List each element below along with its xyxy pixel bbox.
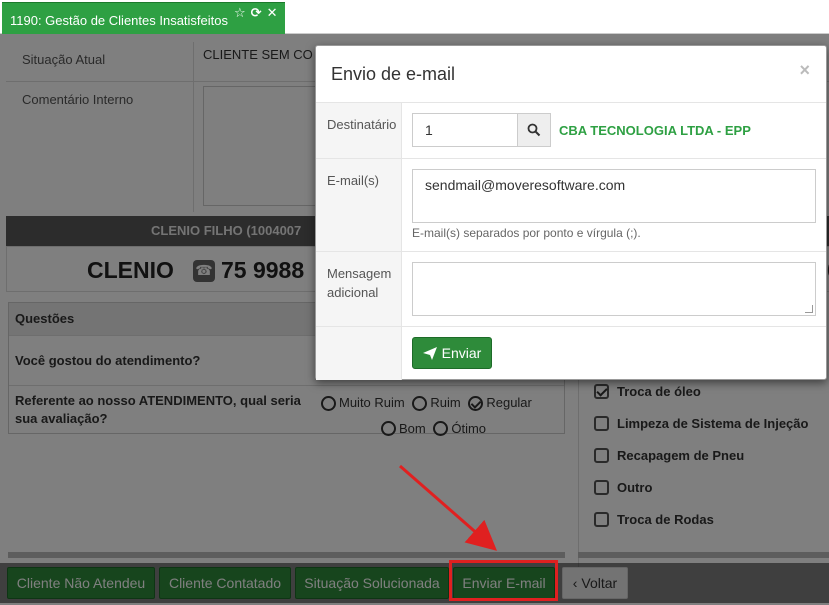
star-icon[interactable]: ☆	[234, 5, 246, 21]
search-icon	[527, 123, 541, 137]
close-icon[interactable]: ×	[799, 60, 810, 81]
close-icon[interactable]: ✕	[267, 5, 278, 21]
enviar-row: Enviar	[316, 327, 826, 380]
email-row: E-mail(s) sendmail@moveresoftware.com E-…	[316, 159, 826, 252]
mensagem-label: Mensagem adicional	[316, 252, 402, 326]
action-bar: Cliente Não Atendeu Cliente Contatado Si…	[0, 563, 829, 603]
mensagem-textarea[interactable]	[412, 262, 816, 316]
enviar-button[interactable]: Enviar	[412, 337, 492, 369]
tab-title: 1190: Gestão de Clientes Insatisfeitos	[10, 13, 228, 28]
tab-bar: 1190: Gestão de Clientes Insatisfeitos ☆…	[0, 0, 829, 34]
destinatario-row: Destinatário 1 CBA TECNOLOGIA LTDA - EPP	[316, 103, 826, 159]
search-button[interactable]	[517, 113, 551, 147]
modal-title: Envio de e-mail	[331, 64, 456, 84]
destinatario-input[interactable]: 1	[412, 113, 518, 147]
enviar-email-button[interactable]: Enviar E-mail	[453, 567, 555, 599]
voltar-label: Voltar	[581, 575, 618, 591]
chevron-left-icon: ‹	[572, 575, 578, 591]
company-name: CBA TECNOLOGIA LTDA - EPP	[559, 123, 751, 138]
tab-gestao-clientes[interactable]: 1190: Gestão de Clientes Insatisfeitos ☆…	[2, 2, 286, 34]
enviar-label: Enviar	[441, 345, 482, 361]
modal-header: Envio de e-mail ×	[316, 46, 826, 103]
email-field[interactable]: sendmail@moveresoftware.com	[412, 169, 816, 223]
resize-handle[interactable]	[805, 305, 813, 313]
refresh-icon[interactable]: ⟳	[251, 5, 262, 21]
email-label: E-mail(s)	[316, 159, 402, 251]
mensagem-row: Mensagem adicional	[316, 252, 826, 327]
destinatario-label: Destinatário	[316, 103, 402, 158]
send-icon	[422, 346, 437, 360]
cliente-nao-atendeu-button[interactable]: Cliente Não Atendeu	[7, 567, 155, 599]
situacao-solucionada-button[interactable]: Situação Solucionada	[295, 567, 449, 599]
voltar-button[interactable]: ‹ Voltar	[562, 567, 628, 599]
email-help-text: E-mail(s) separados por ponto e vírgula …	[412, 226, 641, 240]
cliente-contatado-button[interactable]: Cliente Contatado	[159, 567, 291, 599]
enviar-row-label	[316, 327, 402, 380]
email-modal: Envio de e-mail × Destinatário 1 CBA TEC…	[315, 45, 827, 380]
